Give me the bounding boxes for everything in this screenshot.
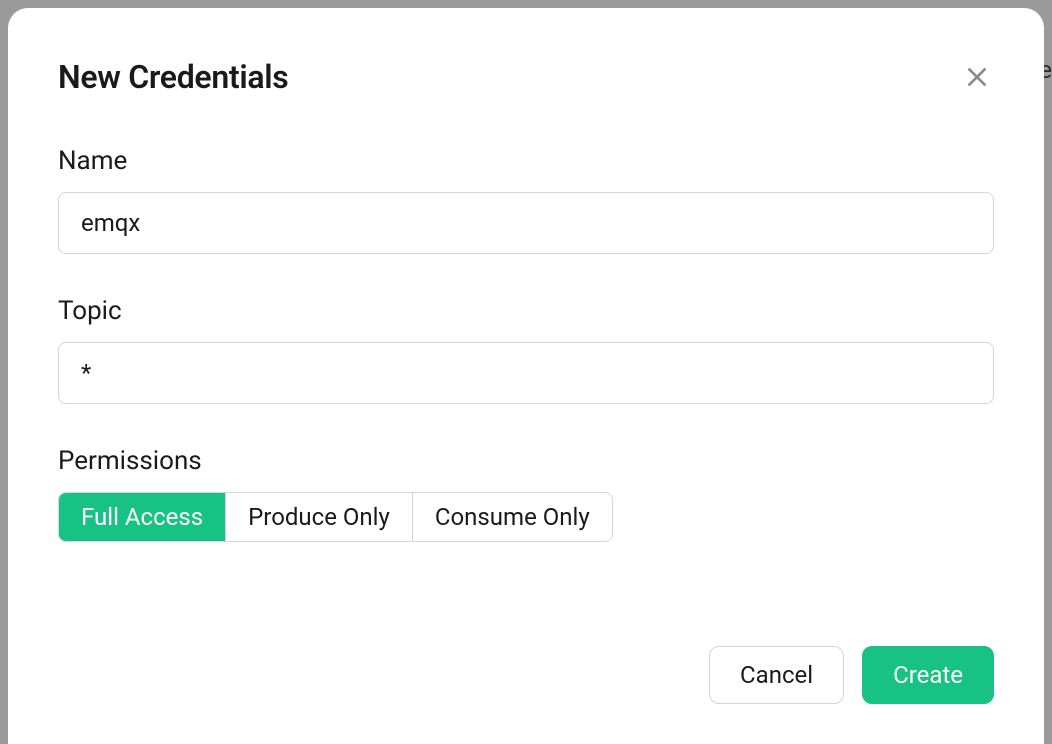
modal-header: New Credentials xyxy=(58,58,994,96)
modal-title: New Credentials xyxy=(58,58,288,96)
topic-input[interactable] xyxy=(58,342,994,404)
permission-option-produce-only[interactable]: Produce Only xyxy=(226,493,413,541)
new-credentials-modal: New Credentials Name Topic Permissions F… xyxy=(8,8,1044,744)
permissions-field-group: Permissions Full Access Produce Only Con… xyxy=(58,446,994,542)
name-label: Name xyxy=(58,146,994,176)
topic-field-group: Topic xyxy=(58,296,994,404)
permission-option-full-access[interactable]: Full Access xyxy=(59,493,226,541)
permission-option-consume-only[interactable]: Consume Only xyxy=(413,493,612,541)
name-field-group: Name xyxy=(58,146,994,254)
permissions-label: Permissions xyxy=(58,446,994,476)
topic-label: Topic xyxy=(58,296,994,326)
create-button[interactable]: Create xyxy=(862,646,994,704)
name-input[interactable] xyxy=(58,192,994,254)
permissions-segmented-control: Full Access Produce Only Consume Only xyxy=(58,492,613,542)
cancel-button[interactable]: Cancel xyxy=(709,646,844,704)
modal-footer: Cancel Create xyxy=(58,606,994,704)
close-button[interactable] xyxy=(960,60,994,94)
close-icon xyxy=(964,64,990,90)
